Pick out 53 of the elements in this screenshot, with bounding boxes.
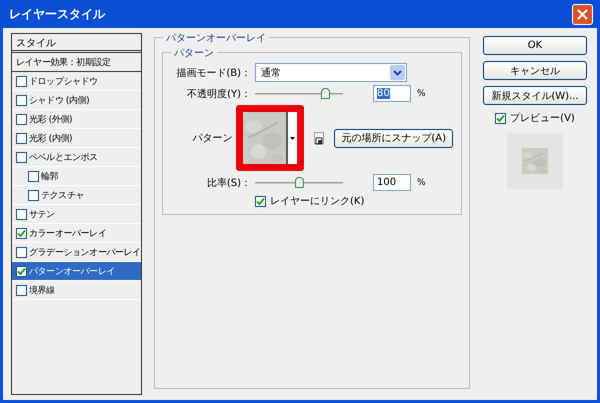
group-title: パターン <box>171 46 217 60</box>
checkbox[interactable] <box>28 170 39 182</box>
number-field[interactable]: 80 <box>373 85 411 102</box>
style-list-item[interactable]: サテン <box>12 205 141 224</box>
window-title: レイヤースタイル <box>9 6 105 22</box>
unit-label: % <box>417 88 426 98</box>
close-icon <box>577 8 588 20</box>
style-list-item[interactable]: テクスチャ <box>12 186 141 205</box>
checkbox[interactable] <box>16 94 27 106</box>
style-list-item[interactable]: ベベルとエンボス <box>12 148 141 167</box>
checkbox[interactable] <box>16 152 27 162</box>
unit-label: % <box>417 178 426 188</box>
slider[interactable] <box>255 176 343 190</box>
checkbox[interactable] <box>16 76 27 86</box>
blend-mode-dropdown[interactable]: 通常 <box>255 63 407 82</box>
style-list-item[interactable]: パターンオーバーレイ <box>12 262 141 281</box>
field-label: 比率(S)： <box>206 176 251 190</box>
number-field[interactable]: 100 <box>373 174 411 191</box>
checkbox[interactable] <box>16 228 27 238</box>
checkbox[interactable] <box>255 196 266 206</box>
style-list-item[interactable]: ドロップシャドウ <box>12 72 141 91</box>
checkbox[interactable] <box>16 246 27 258</box>
close-button[interactable] <box>572 4 593 24</box>
style-list-item[interactable]: 輪郭 <box>12 167 141 186</box>
field-label: 描画モード(B)： <box>175 66 251 80</box>
checkbox[interactable] <box>28 190 39 200</box>
snap-button[interactable]: 元の場所にスナップ(A) <box>334 128 453 148</box>
slider-thumb[interactable] <box>321 88 330 98</box>
checkbox[interactable] <box>16 266 27 276</box>
style-list-item[interactable]: カラーオーバーレイ <box>12 224 141 243</box>
style-list-item[interactable]: 境界線 <box>12 281 141 300</box>
checkbox[interactable] <box>16 208 27 220</box>
group-title: パターンオーバーレイ <box>163 31 269 45</box>
checkbox[interactable] <box>495 112 506 124</box>
pattern-picker[interactable] <box>236 105 304 171</box>
checkbox-label[interactable]: レイヤーにリンク(K) <box>270 194 364 208</box>
checkbox-label[interactable]: プレビュー(V) <box>510 111 575 125</box>
dialog-button[interactable]: 新規スタイル(W)... <box>483 86 587 105</box>
dialog-button[interactable]: OK <box>483 36 587 55</box>
slider-thumb[interactable] <box>295 176 304 188</box>
field-label: パターン <box>191 132 232 145</box>
checkbox[interactable] <box>16 284 27 296</box>
slider[interactable] <box>255 86 343 100</box>
dialog-button[interactable]: キャンセル <box>483 61 587 80</box>
new-preset-button[interactable] <box>314 132 324 144</box>
checkbox[interactable] <box>16 114 27 124</box>
field-label: 不透明度(Y)： <box>186 88 251 100</box>
style-list-item[interactable]: 光彩 (外側) <box>12 110 141 129</box>
panel-header: スタイル <box>12 34 141 53</box>
style-list-item[interactable]: レイヤー効果：初期設定 <box>12 53 141 72</box>
style-list-item[interactable]: シャドウ (内側) <box>12 91 141 110</box>
style-list-item[interactable]: 光彩 (内側) <box>12 129 141 148</box>
checkbox[interactable] <box>16 132 27 144</box>
